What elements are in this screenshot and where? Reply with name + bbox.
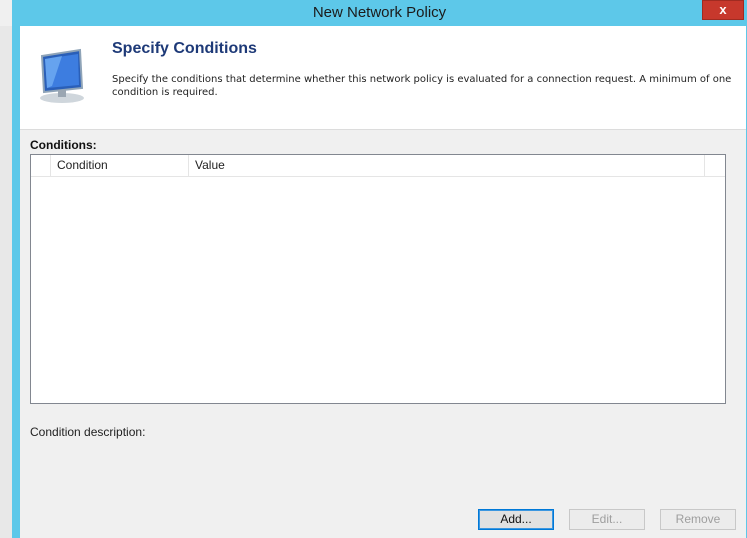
conditions-list[interactable]: Condition Value [30, 154, 726, 404]
edit-button[interactable]: Edit... [569, 509, 645, 530]
page-description: Specify the conditions that determine wh… [112, 74, 732, 98]
window-title: New Network Policy [312, 4, 447, 21]
new-network-policy-dialog: New Network Policy x Specify Conditions … [12, 0, 747, 538]
column-header-value[interactable]: Value [189, 155, 705, 176]
wizard-header: Specify Conditions Specify the condition… [20, 26, 746, 130]
column-header-condition[interactable]: Condition [51, 155, 189, 176]
add-button[interactable]: Add... [478, 509, 554, 530]
dialog-client-area: Specify Conditions Specify the condition… [20, 26, 746, 538]
conditions-list-header: Condition Value [31, 155, 725, 177]
close-button[interactable]: x [702, 0, 744, 20]
page-title: Specify Conditions [112, 40, 257, 57]
remove-button[interactable]: Remove [660, 509, 736, 530]
column-header-select[interactable] [31, 155, 51, 176]
conditions-label: Conditions: [30, 138, 97, 152]
column-header-filler [705, 155, 725, 176]
computer-monitor-icon [40, 48, 84, 103]
condition-description-label: Condition description: [30, 425, 146, 439]
title-bar[interactable]: New Network Policy x [12, 0, 747, 26]
